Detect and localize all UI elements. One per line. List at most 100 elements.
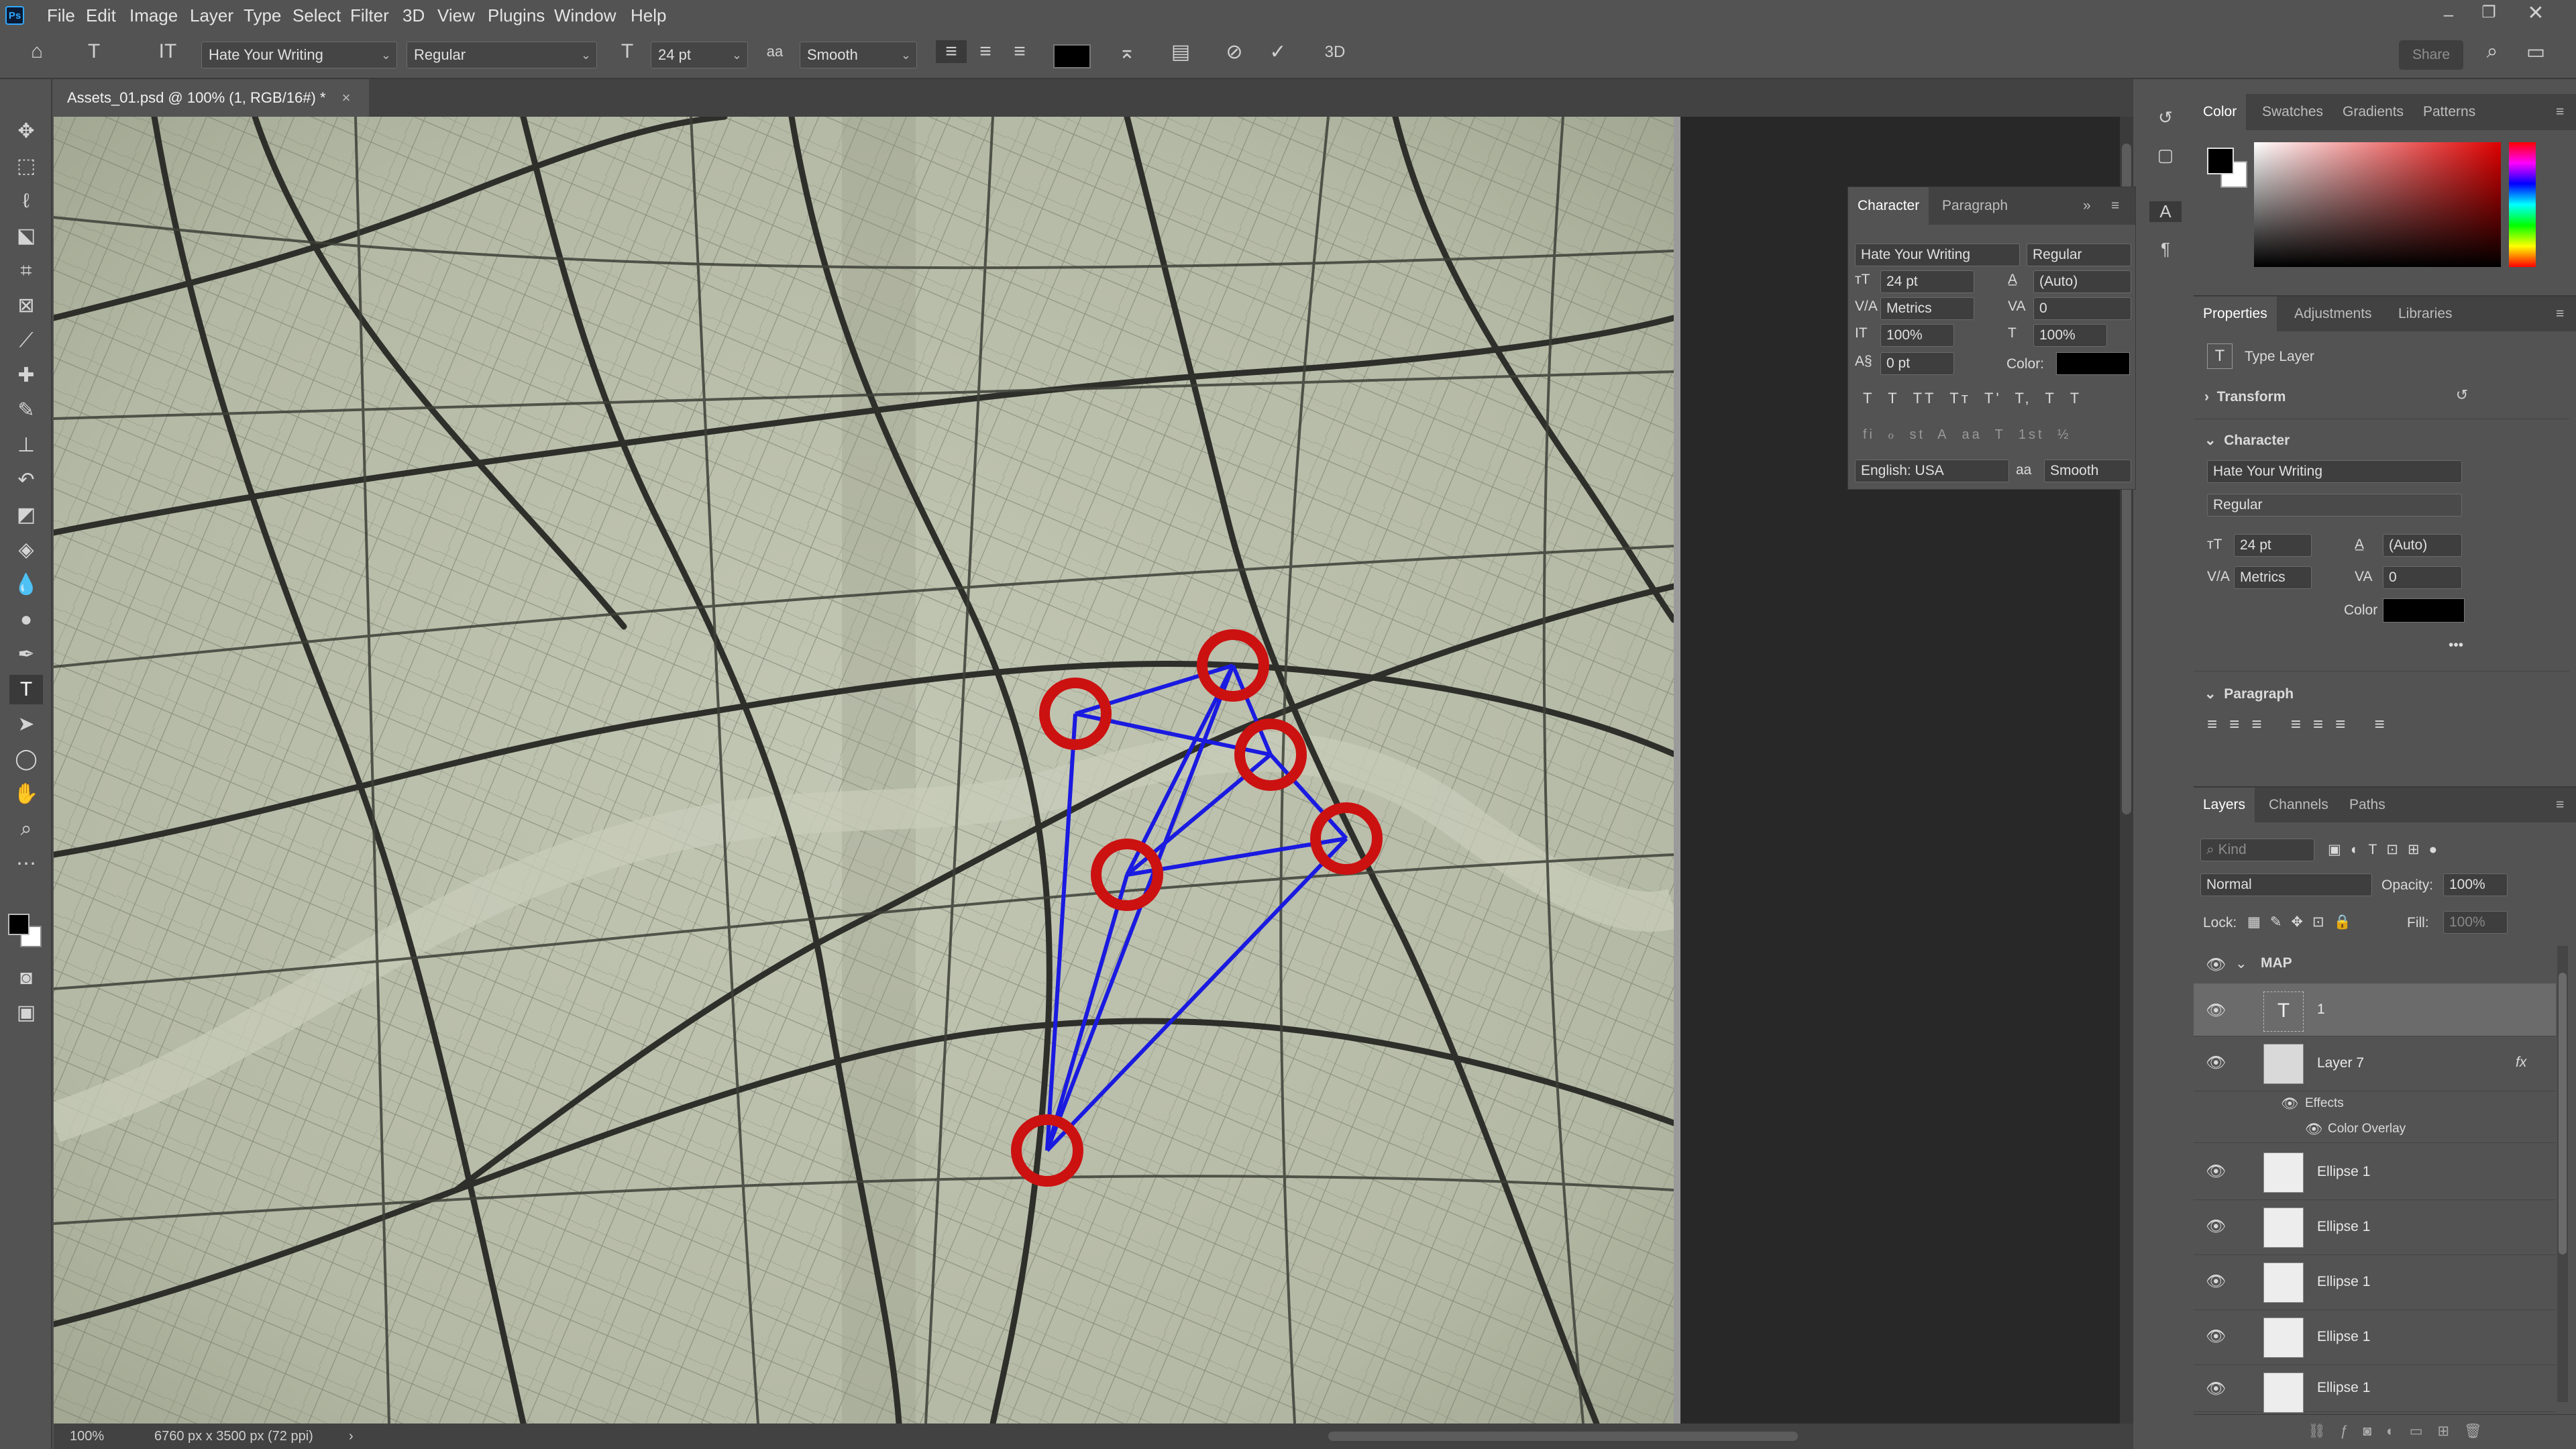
collapse-panel-icon[interactable]: » — [2083, 187, 2091, 225]
workspace-icon[interactable]: ▭ — [2519, 40, 2553, 64]
text-orientation-icon[interactable]: IT — [151, 40, 184, 63]
menu-3d[interactable]: 3D — [402, 0, 425, 31]
hue-slider[interactable] — [2509, 142, 2536, 267]
color-panel-menu-icon[interactable]: ≡ — [2556, 94, 2564, 130]
visibility-eye-icon[interactable]: 👁 — [2206, 1053, 2226, 1072]
char-tracking-field[interactable]: 0 — [2033, 297, 2131, 320]
tab-properties[interactable]: Properties — [2194, 297, 2277, 331]
opacity-field[interactable]: 100% — [2443, 873, 2508, 896]
reset-transform-icon[interactable]: ↺ — [2449, 386, 2475, 404]
cancel-icon[interactable]: ⊘ — [1218, 40, 1251, 64]
panels-toggle-icon[interactable]: ▤ — [1164, 40, 1197, 64]
layers-scrollbar[interactable] — [2557, 946, 2568, 1402]
paragraph-panel-icon[interactable]: ¶ — [2149, 239, 2182, 260]
char-size-field[interactable]: 24 pt — [1880, 270, 1974, 293]
lock-icons[interactable]: ▦✎✥⊡🔒 — [2247, 914, 2361, 930]
zoom-level[interactable]: 100% — [70, 1424, 104, 1449]
font-style-dropdown[interactable]: Regular ⌄ — [407, 42, 597, 68]
menu-image[interactable]: Image — [129, 0, 178, 31]
menu-plugins[interactable]: Plugins — [488, 0, 545, 31]
menu-help[interactable]: Help — [631, 0, 666, 31]
visibility-eye-icon[interactable]: 👁 — [2206, 955, 2226, 974]
home-icon[interactable]: ⌂ — [20, 40, 54, 63]
align-right-icon[interactable]: ≡ — [1004, 40, 1035, 63]
char-font-style[interactable]: Regular — [2027, 244, 2131, 266]
layer-ellipse[interactable]: 👁 Ellipse 1 — [2194, 1199, 2556, 1255]
status-menu-arrow[interactable]: › — [349, 1424, 354, 1449]
history-panel-icon[interactable]: ↺ — [2149, 107, 2182, 128]
clone-stamp-tool-icon[interactable]: ⊥ — [9, 431, 43, 460]
tab-libraries[interactable]: Libraries — [2398, 297, 2453, 331]
screen-mode-icon[interactable]: ▣ — [9, 998, 43, 1028]
menu-file[interactable]: File — [47, 0, 75, 31]
menu-filter[interactable]: Filter — [350, 0, 389, 31]
character-panel-icon[interactable]: A — [2149, 201, 2182, 222]
transform-section[interactable]: › Transform — [2204, 389, 2286, 405]
char-leading-field[interactable]: (Auto) — [2033, 270, 2131, 293]
layer-7[interactable]: 👁 Layer 7 fx — [2194, 1036, 2556, 1091]
visibility-eye-icon[interactable]: 👁 — [2206, 1162, 2226, 1181]
menu-layer[interactable]: Layer — [190, 0, 233, 31]
props-font-family[interactable]: Hate Your Writing — [2207, 460, 2462, 483]
object-select-tool-icon[interactable]: ⬕ — [9, 221, 43, 251]
3d-button[interactable]: 3D — [1315, 43, 1355, 62]
tab-paths[interactable]: Paths — [2349, 788, 2385, 822]
dodge-tool-icon[interactable]: ● — [9, 605, 43, 635]
photoshop-logo-icon[interactable]: Ps — [5, 6, 24, 25]
layer-text-1[interactable]: 👁 T 1 — [2194, 983, 2556, 1036]
menu-view[interactable]: View — [437, 0, 475, 31]
layers-scrollbar-thumb[interactable] — [2559, 973, 2567, 1254]
restore-icon[interactable]: ❐ — [2475, 3, 2502, 22]
close-tab-icon[interactable]: × — [342, 89, 351, 106]
document-tab[interactable]: Assets_01.psd @ 100% (1, RGB/16#) * × — [54, 79, 369, 117]
faux-style-buttons[interactable]: T T TT Tт T' T, T T — [1863, 390, 2082, 407]
props-leading-field[interactable]: (Auto) — [2383, 534, 2462, 557]
foreground-color-swatch[interactable] — [8, 914, 30, 935]
brush-tool-icon[interactable]: ✎ — [9, 396, 43, 425]
props-font-style[interactable]: Regular — [2207, 494, 2462, 517]
layer-ellipse[interactable]: 👁 Ellipse 1 — [2194, 1254, 2556, 1310]
commit-icon[interactable]: ✓ — [1261, 40, 1295, 64]
search-icon[interactable]: ⌕ — [2475, 40, 2509, 63]
char-color-swatch[interactable] — [2056, 352, 2130, 375]
tab-channels[interactable]: Channels — [2269, 788, 2328, 822]
effects-row[interactable]: 👁 Effects — [2194, 1091, 2556, 1118]
character-section[interactable]: ⌄ Character — [2204, 432, 2290, 449]
paragraph-align-buttons[interactable]: ≡≡≡ ≡≡≡ ≡ — [2207, 714, 2397, 735]
type-tool-preset-icon[interactable]: T — [77, 40, 111, 63]
layer-filter-kind[interactable]: ⌕ Kind — [2200, 839, 2314, 861]
effects-eye-icon[interactable]: 👁 — [2281, 1096, 2299, 1112]
visibility-eye-icon[interactable]: 👁 — [2206, 1379, 2226, 1398]
visibility-eye-icon[interactable]: 👁 — [2206, 1272, 2226, 1291]
paint-bucket-tool-icon[interactable]: ◈ — [9, 535, 43, 565]
crop-tool-icon[interactable]: ⌗ — [9, 256, 43, 286]
align-center-icon[interactable]: ≡ — [970, 40, 1001, 63]
hand-tool-icon[interactable]: ✋ — [9, 780, 43, 809]
layer-filter-icons[interactable]: ▣◐T⊡⊞● — [2328, 841, 2447, 858]
tab-layers[interactable]: Layers — [2194, 788, 2255, 822]
tab-adjustments[interactable]: Adjustments — [2294, 297, 2372, 331]
quick-mask-icon[interactable]: ◙ — [9, 963, 43, 993]
tab-color[interactable]: Color — [2194, 94, 2247, 130]
visibility-eye-icon[interactable]: 👁 — [2206, 1327, 2226, 1346]
warp-text-icon[interactable]: ⌅ — [1110, 40, 1144, 64]
font-size-dropdown[interactable]: 24 pt ⌄ — [651, 42, 748, 68]
char-antialias-dropdown[interactable]: Smooth — [2044, 460, 2131, 482]
layer-ellipse[interactable]: 👁 Ellipse 1 — [2194, 1309, 2556, 1365]
text-color-swatch[interactable] — [1053, 44, 1091, 68]
layers-footer-icons[interactable]: ⛓ƒ◙◐▭⊞🗑 — [2308, 1423, 2497, 1440]
fx-icon[interactable]: fx — [2516, 1055, 2526, 1071]
blend-mode-dropdown[interactable]: Normal — [2200, 873, 2372, 896]
tab-patterns[interactable]: Patterns — [2423, 94, 2475, 130]
font-family-dropdown[interactable]: Hate Your Writing ⌄ — [201, 42, 397, 68]
char-kerning-field[interactable]: Metrics — [1880, 297, 1974, 320]
horizontal-scrollbar-thumb[interactable] — [1328, 1432, 1798, 1441]
language-dropdown[interactable]: English: USA — [1855, 460, 2009, 482]
canvas-area[interactable] — [54, 117, 2133, 1424]
tab-gradients[interactable]: Gradients — [2343, 94, 2404, 130]
color-overlay-row[interactable]: 👁 Color Overlay — [2194, 1116, 2556, 1143]
tab-character[interactable]: Character — [1848, 187, 1929, 225]
menu-window[interactable]: Window — [554, 0, 616, 31]
menu-select[interactable]: Select — [292, 0, 341, 31]
visibility-eye-icon[interactable]: 👁 — [2206, 1217, 2226, 1236]
